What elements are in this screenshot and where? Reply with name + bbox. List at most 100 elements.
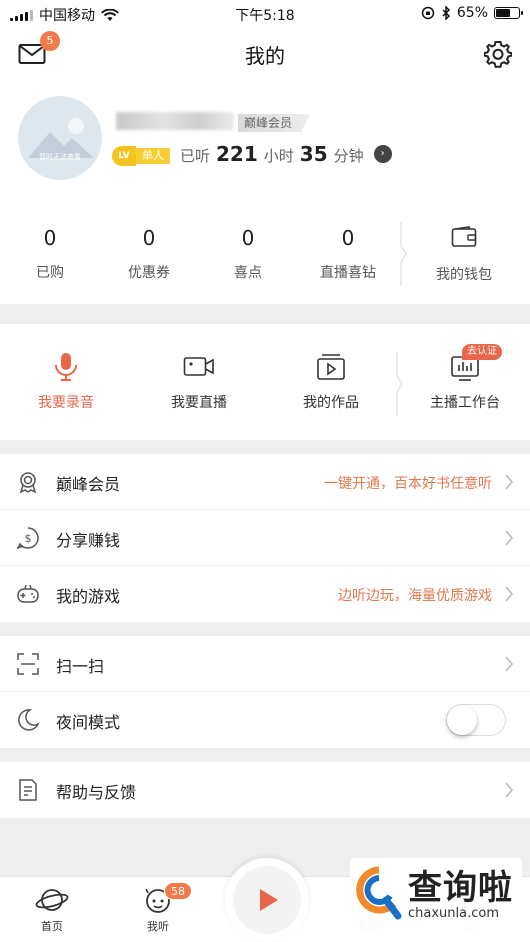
listen-time[interactable]: 已听 221 小时 35 分钟 › — [180, 142, 392, 166]
planet-icon — [35, 889, 69, 911]
microphone-icon — [55, 353, 77, 381]
battery-icon — [494, 7, 523, 19]
stat-value: 0 — [43, 226, 57, 250]
watermark-logo-icon — [356, 866, 402, 920]
certify-badge[interactable]: 去认证 — [462, 344, 502, 360]
scan-icon — [17, 653, 39, 675]
wallet-label: 我的钱包 — [436, 267, 492, 283]
list-item-hint: 一键开通，百本好书任意听 — [324, 476, 492, 492]
avatar[interactable]: 暂时无法查看 — [18, 96, 102, 180]
record-button[interactable]: 我要录音 — [11, 352, 121, 412]
stat-label: 喜点 — [234, 265, 262, 281]
list-item-label: 我的游戏 — [56, 587, 121, 606]
listen-minutes: 35 — [299, 142, 328, 166]
image-placeholder-icon — [28, 118, 94, 158]
listen-prefix: 已听 — [180, 147, 211, 165]
watermark: 查询啦 chaxunla.com — [350, 858, 522, 934]
stat-label: 已购 — [36, 265, 64, 281]
action-label: 我要直播 — [171, 395, 227, 411]
tab-label: 首页 — [41, 920, 63, 933]
document-edit-icon — [19, 779, 37, 801]
bluetooth-icon — [442, 6, 450, 20]
svg-text:$: $ — [25, 532, 32, 545]
night-mode-toggle[interactable] — [446, 704, 506, 736]
watermark-url: chaxunla.com — [408, 906, 499, 921]
list-item-games[interactable]: 我的游戏 边听边玩，海量优质游戏 — [0, 566, 530, 622]
toggle-knob — [447, 705, 477, 735]
list-item-scan[interactable]: 扫一扫 — [0, 636, 530, 692]
play-button[interactable] — [225, 858, 309, 942]
stat-live-diamonds[interactable]: 0 直播喜钻 — [303, 226, 393, 282]
live-button[interactable]: 我要直播 — [144, 352, 254, 412]
my-wallet[interactable]: 我的钱包 — [418, 226, 510, 284]
gear-icon[interactable] — [484, 40, 512, 68]
my-works-button[interactable]: 我的作品 — [276, 352, 386, 412]
battery-level — [496, 9, 510, 17]
list-item-share-earn[interactable]: $ 分享赚钱 — [0, 510, 530, 566]
list-item-label: 夜间模式 — [56, 713, 121, 732]
rotation-lock-icon — [421, 6, 435, 20]
chevron-right-icon — [505, 586, 514, 602]
stat-purchased[interactable]: 0 已购 — [5, 226, 95, 282]
list-item-vip[interactable]: 巅峰会员 一键开通，百本好书任意听 — [0, 454, 530, 510]
level-badge: LV 单人 — [112, 146, 170, 166]
listen-tab-badge: 58 — [164, 882, 192, 900]
play-button-inner — [233, 866, 301, 934]
gamepad-icon — [17, 584, 39, 603]
dollar-chat-icon: $ — [16, 527, 39, 550]
stat-value: 0 — [142, 226, 156, 250]
list-item-label: 巅峰会员 — [56, 475, 121, 494]
member-tag: 巅峰会员 — [238, 114, 311, 132]
anchor-workbench-button[interactable]: 主播工作台 — [410, 352, 520, 412]
watermark-text: 查询啦 — [408, 868, 513, 908]
tab-home[interactable]: 首页 — [22, 885, 82, 934]
hours-unit: 小时 — [263, 147, 294, 165]
creator-actions: 我要录音 我要直播 我的作品 主播工作台 去认证 — [0, 324, 530, 440]
chevron-right-icon — [505, 656, 514, 672]
status-bar: 中国移动 下午5:18 65% — [0, 0, 530, 28]
action-label: 我的作品 — [303, 395, 359, 411]
video-camera-icon — [183, 357, 214, 376]
battery-percent: 65% — [456, 5, 488, 21]
stat-label: 优惠券 — [128, 265, 170, 281]
vip-medal-icon — [19, 472, 37, 494]
level-badge-icon: LV — [112, 146, 136, 166]
list-group-help: 帮助与反馈 — [0, 762, 530, 818]
chevron-right-icon — [505, 782, 514, 798]
list-item-label: 扫一扫 — [56, 657, 105, 676]
list-item-night-mode: 夜间模式 — [0, 692, 530, 748]
stat-coupons[interactable]: 0 优惠券 — [104, 226, 194, 282]
chevron-right-icon — [505, 530, 514, 546]
list-group-services: 巅峰会员 一键开通，百本好书任意听 $ 分享赚钱 我的游戏 边听边玩，海量优质游… — [0, 454, 530, 622]
stats-row: 0 已购 0 优惠券 0 喜点 0 直播喜钻 我的钱包 — [0, 192, 530, 304]
minutes-unit: 分钟 — [333, 147, 364, 165]
play-icon — [260, 889, 278, 911]
stat-value: 0 — [241, 226, 255, 250]
chevron-right-icon[interactable]: › — [373, 145, 392, 163]
list-group-tools: 扫一扫 夜间模式 — [0, 636, 530, 748]
moon-icon — [18, 709, 40, 731]
tab-label: 我听 — [147, 920, 169, 933]
status-right: 65% — [421, 5, 523, 21]
list-item-hint: 边听边玩，海量优质游戏 — [338, 588, 492, 604]
page-header: 5 我的 — [0, 28, 530, 80]
profile-section[interactable]: 暂时无法查看 巅峰会员 LV 单人 已听 221 小时 35 分钟 › — [0, 80, 530, 192]
listen-hours: 221 — [216, 142, 258, 166]
avatar-caption: 暂时无法查看 — [39, 153, 81, 161]
page-title: 我的 — [245, 44, 285, 68]
stat-xidian[interactable]: 0 喜点 — [203, 226, 293, 282]
media-player-icon — [317, 354, 345, 380]
list-item-label: 帮助与反馈 — [56, 783, 137, 802]
wallet-icon — [451, 226, 477, 247]
list-item-label: 分享赚钱 — [56, 531, 121, 550]
divider-chevron — [396, 352, 403, 416]
list-item-help[interactable]: 帮助与反馈 — [0, 762, 530, 818]
stat-label: 直播喜钻 — [320, 265, 376, 281]
level-text: 单人 — [136, 148, 170, 164]
username-blurred — [116, 112, 234, 130]
action-label: 主播工作台 — [430, 395, 500, 411]
stat-value: 0 — [341, 226, 355, 250]
divider-chevron — [400, 222, 407, 286]
chevron-right-icon — [505, 474, 514, 490]
action-label: 我要录音 — [38, 395, 94, 411]
